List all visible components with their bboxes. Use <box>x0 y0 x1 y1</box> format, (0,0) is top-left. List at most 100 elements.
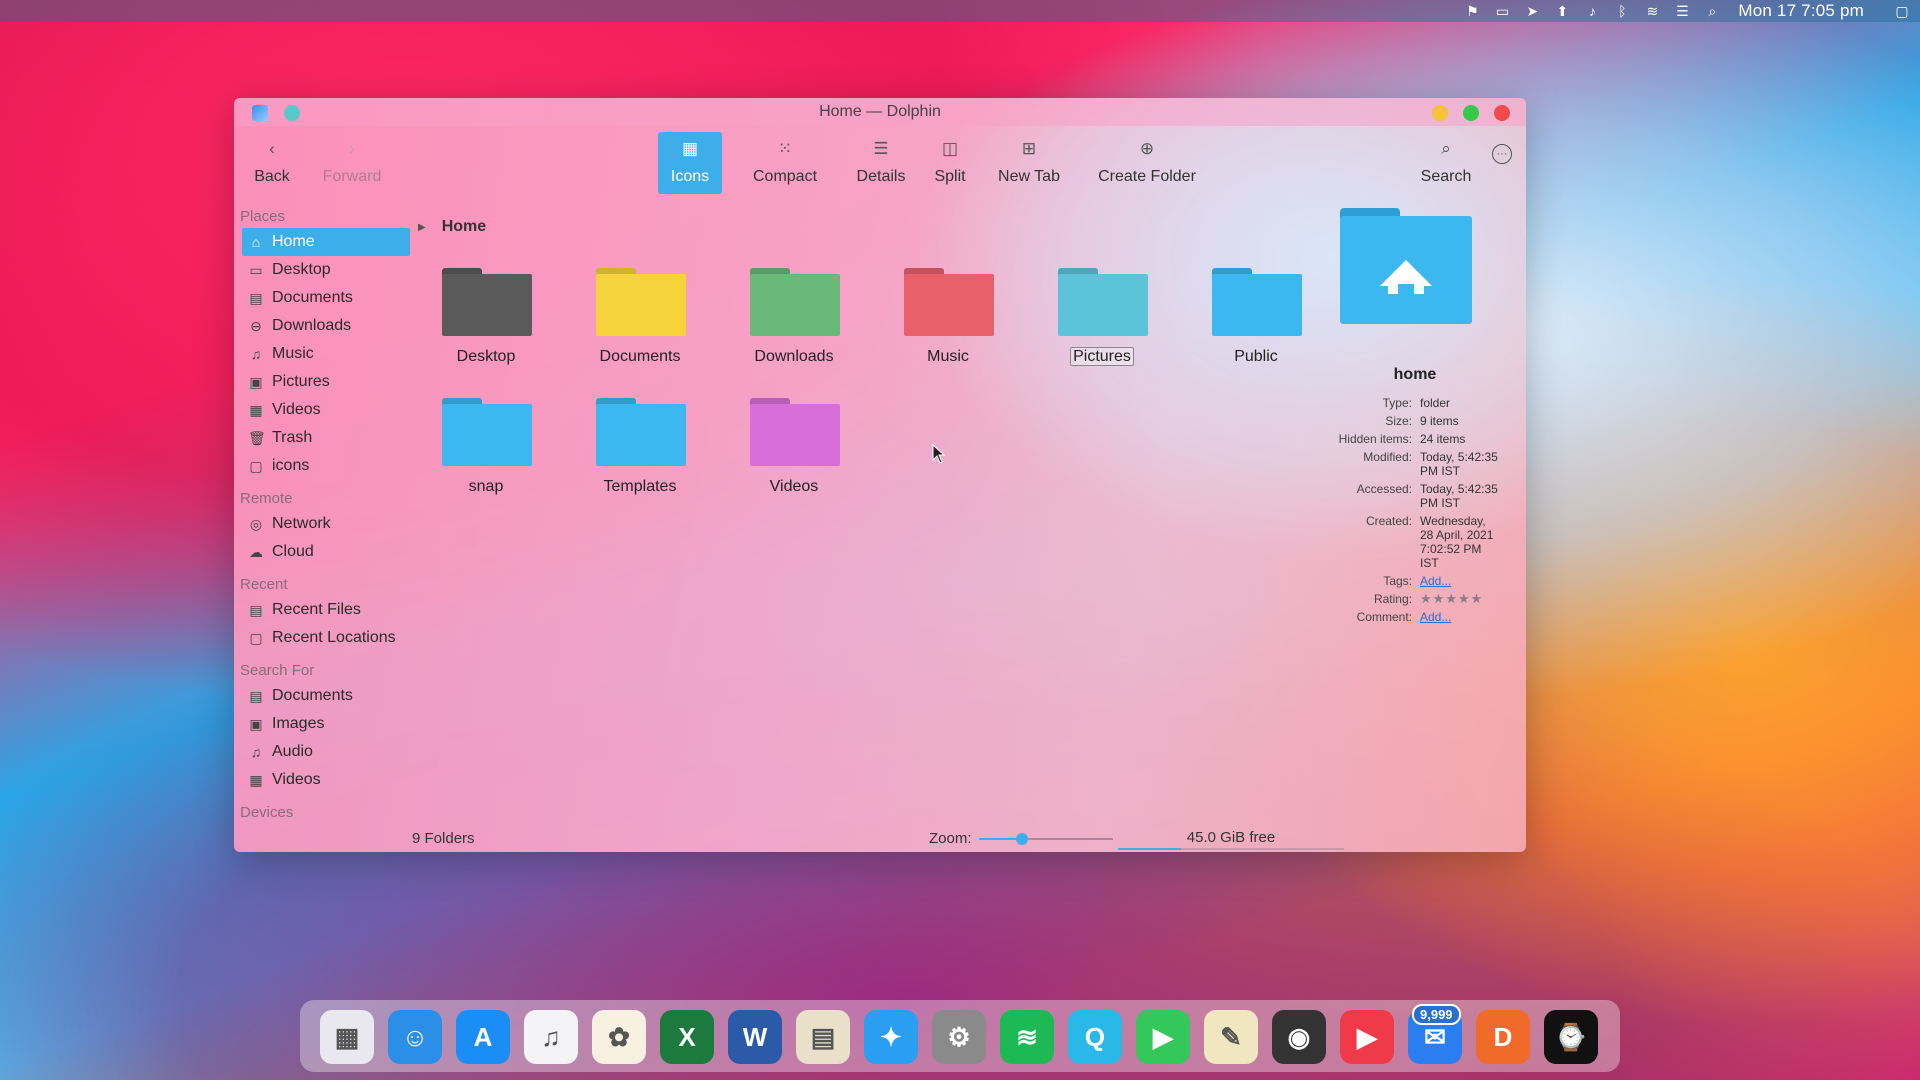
file-item-public[interactable]: Public <box>1186 258 1326 378</box>
audio-icon: ♫ <box>250 744 262 760</box>
textedit-icon[interactable]: ✎ <box>1204 1010 1258 1064</box>
info-row-rating: Rating: ★★★★★ <box>1324 592 1520 607</box>
split-button[interactable]: ◫ Split <box>922 132 978 194</box>
home-folder-preview-icon <box>1340 208 1472 324</box>
section-recent: Recent <box>240 576 288 593</box>
word-icon[interactable]: W <box>728 1010 782 1064</box>
new-tab-button[interactable]: ⊞ New Tab <box>984 132 1074 194</box>
sidebar-item-network[interactable]: ◎ Network <box>242 510 410 538</box>
title-bar[interactable]: Home — Dolphin <box>234 98 1526 126</box>
upload-icon[interactable]: ⬆ <box>1552 3 1572 19</box>
star-icon[interactable]: ★ <box>1420 591 1433 606</box>
info-key: Modified: <box>1363 450 1412 464</box>
new-tab-icon: ⊞ <box>1021 139 1037 158</box>
minimize-button[interactable] <box>1432 105 1448 121</box>
telegram-icon[interactable]: ➤ <box>1522 3 1542 19</box>
sidebar-item-videos[interactable]: ▦ Videos <box>242 766 410 794</box>
clock-icon[interactable]: ⌚ <box>1544 1010 1598 1064</box>
music-app-icon[interactable]: ♫ <box>524 1010 578 1064</box>
sidebar-item-icons[interactable]: ▢ icons <box>242 452 410 480</box>
system-preferences-icon[interactable]: ⚙ <box>932 1010 986 1064</box>
sidebar-item-recent-files[interactable]: ▤ Recent Files <box>242 596 410 624</box>
toggle-icon[interactable]: ☰ <box>1672 3 1692 19</box>
file-item-music[interactable]: Music <box>878 258 1018 378</box>
sidebar-item-documents[interactable]: ▤ Documents <box>242 284 410 312</box>
sidebar-item-audio[interactable]: ♫ Audio <box>242 738 410 766</box>
launchpad-icon[interactable]: ▦ <box>320 1010 374 1064</box>
close-button[interactable] <box>1494 105 1510 121</box>
compact-view-button[interactable]: ⁙ Compact <box>730 132 840 194</box>
add-comment-link[interactable]: Add... <box>1420 610 1498 624</box>
translate-icon[interactable]: ⚑ <box>1462 3 1482 19</box>
forward-button[interactable]: › Forward <box>312 132 392 194</box>
file-item-pictures[interactable]: Pictures <box>1032 258 1172 378</box>
info-key: Rating: <box>1373 592 1412 606</box>
star-icon[interactable]: ★ <box>1433 591 1446 606</box>
display-icon[interactable]: ▢ <box>1892 3 1912 19</box>
section-remote: Remote <box>240 490 293 507</box>
add-tags-link[interactable]: Add... <box>1420 574 1498 588</box>
sidebar-item-label: Audio <box>272 743 313 760</box>
sidebar-item-trash[interactable]: 🗑 Trash <box>242 424 410 452</box>
excel-icon[interactable]: X <box>660 1010 714 1064</box>
file-item-documents[interactable]: Documents <box>570 258 710 378</box>
icons-view-button[interactable]: ▦ Icons <box>658 132 722 194</box>
mail-icon[interactable]: ✉ 9,999 <box>1408 1004 1462 1064</box>
rating-stars[interactable]: ★★★★★ <box>1420 592 1498 606</box>
quicktime-icon[interactable]: Q <box>1068 1010 1122 1064</box>
screenshot-icon[interactable]: ◉ <box>1272 1010 1326 1064</box>
menu-clock[interactable]: Mon 17 7:05 pm <box>1738 1 1864 21</box>
back-button[interactable]: ‹ Back <box>244 132 300 194</box>
info-value: 24 items <box>1420 432 1466 446</box>
safari-icon[interactable]: ✦ <box>864 1010 918 1064</box>
sidebar-item-downloads[interactable]: ⊖ Downloads <box>242 312 410 340</box>
sidebar-item-videos[interactable]: ▦ Videos <box>242 396 410 424</box>
app-store-icon[interactable]: A <box>456 1010 510 1064</box>
dolphin-icon[interactable]: D <box>1476 1010 1530 1064</box>
file-item-desktop[interactable]: Desktop <box>416 258 556 378</box>
places-panel: Places ⌂ Home ▭ Desktop ▤ Documents ⊖ Downloads… <box>234 206 412 852</box>
free-space-label[interactable]: 45.0 GiB free <box>1118 829 1344 846</box>
zoom-slider[interactable] <box>979 833 1113 845</box>
info-value: Wednesday, 28 April, 2021 7:02:52 PM IST <box>1420 514 1494 570</box>
finder-icon[interactable]: ☺ <box>388 1010 442 1064</box>
star-icon[interactable]: ★ <box>1471 591 1484 606</box>
info-item-name: home <box>1393 366 1437 383</box>
breadcrumb-current[interactable]: Home <box>442 218 486 236</box>
wifi-icon[interactable]: ≋ <box>1642 3 1662 19</box>
star-icon[interactable]: ★ <box>1458 591 1471 606</box>
media-player-icon[interactable]: ▶ <box>1340 1010 1394 1064</box>
sidebar-item-recent-locations[interactable]: ▢ Recent Locations <box>242 624 410 652</box>
breadcrumb[interactable]: ▶ Home <box>414 216 486 238</box>
sidebar-item-home[interactable]: ⌂ Home <box>242 228 410 256</box>
volume-icon[interactable]: ♪ <box>1582 3 1602 19</box>
sidebar-item-documents[interactable]: ▤ Documents <box>242 682 410 710</box>
information-panel: home Type: folder Size: 9 items Hidden items… <box>1324 208 1520 624</box>
spotify-icon[interactable]: ≋ <box>1000 1010 1054 1064</box>
star-icon[interactable]: ★ <box>1445 591 1458 606</box>
sidebar-item-pictures[interactable]: ▣ Pictures <box>242 368 410 396</box>
file-item-templates[interactable]: Templates <box>570 388 710 508</box>
sidebar-item-desktop[interactable]: ▭ Desktop <box>242 256 410 284</box>
sidebar-item-cloud[interactable]: ☁ Cloud <box>242 538 410 566</box>
file-item-snap[interactable]: snap <box>416 388 556 508</box>
search-button[interactable]: ⌕ Search <box>1414 132 1478 194</box>
preview-icon[interactable]: ▤ <box>796 1010 850 1064</box>
sidebar-item-label: Recent Files <box>272 601 361 618</box>
create-folder-button[interactable]: ⊕ Create Folder <box>1082 132 1212 194</box>
photos-icon[interactable]: ✿ <box>592 1010 646 1064</box>
sidebar-item-images[interactable]: ▣ Images <box>242 710 410 738</box>
details-view-button[interactable]: ☰ Details <box>846 132 916 194</box>
bluetooth-icon[interactable]: ᛒ <box>1612 3 1632 19</box>
facetime-icon[interactable]: ▶ <box>1136 1010 1190 1064</box>
info-key: Created: <box>1365 514 1412 528</box>
file-item-videos[interactable]: Videos <box>724 388 864 508</box>
file-item-downloads[interactable]: Downloads <box>724 258 864 378</box>
more-options-button[interactable]: ··· <box>1490 144 1514 206</box>
zoom-slider-handle[interactable] <box>1015 833 1028 845</box>
caret-right-icon[interactable]: ▶ <box>418 222 426 233</box>
search-icon[interactable]: ⌕ <box>1702 3 1722 19</box>
battery-icon[interactable]: ▭ <box>1492 3 1512 19</box>
maximize-button[interactable] <box>1463 105 1479 121</box>
sidebar-item-music[interactable]: ♫ Music <box>242 340 410 368</box>
